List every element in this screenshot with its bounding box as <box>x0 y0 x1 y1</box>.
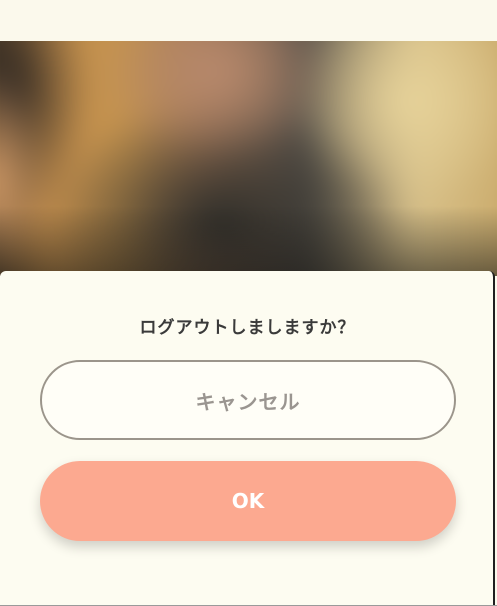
ok-button[interactable]: OK <box>40 461 456 541</box>
cancel-button[interactable]: キャンセル <box>40 360 456 440</box>
dialog-title: ログアウトしましますか？ <box>139 318 356 338</box>
logout-confirm-sheet: ログアウトしましますか？ キャンセル OK <box>0 271 495 605</box>
blurred-background-photo <box>0 41 497 276</box>
ok-button-label: OK <box>231 489 265 513</box>
app-screen: ログアウトしましますか？ キャンセル OK <box>0 0 497 606</box>
photo-shadow-overlay <box>0 206 497 276</box>
cancel-button-label: キャンセル <box>195 389 301 414</box>
top-bar <box>0 0 497 41</box>
